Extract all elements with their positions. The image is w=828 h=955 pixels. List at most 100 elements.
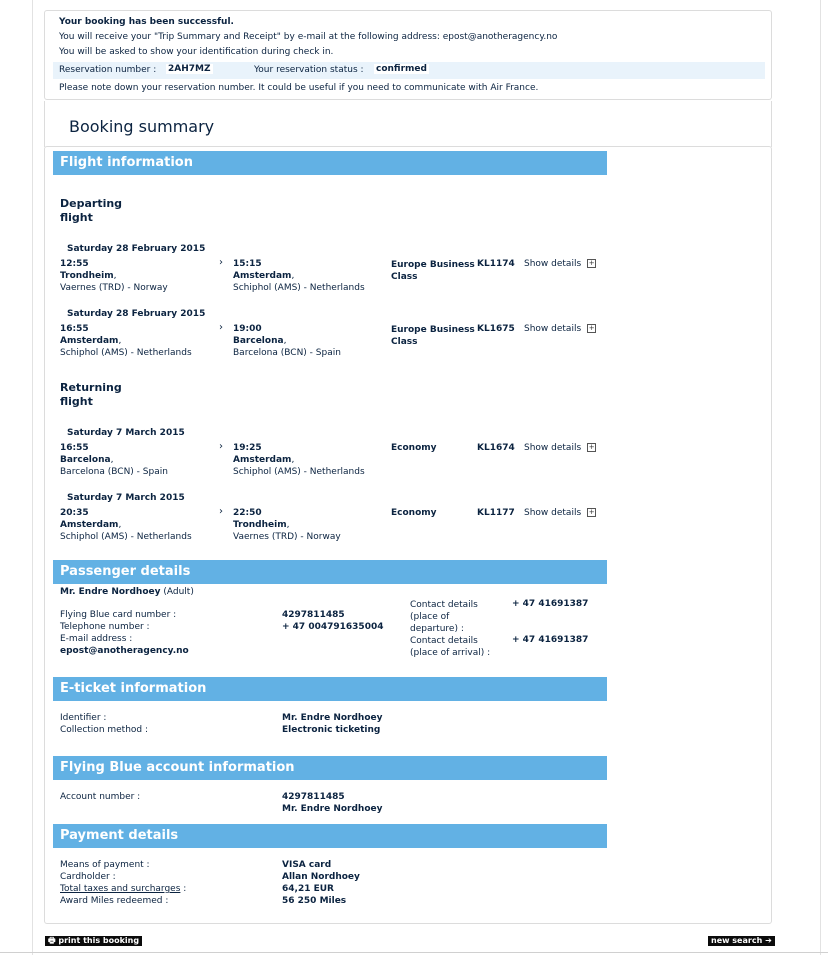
print-booking-button[interactable]: 🖶 print this booking [45,936,143,946]
show-details-label: Show details [524,259,582,269]
arrival-city: Amsterdam [233,455,292,465]
account-holder-name: Mr. Endre Nordhoey [282,804,383,814]
arrival-city: Barcelona [233,336,284,346]
plus-box-icon[interactable]: + [587,508,597,517]
reservation-number-label: Reservation number : [59,65,157,75]
show-details-label: Show details [524,324,582,334]
plus-box-icon[interactable]: + [587,443,597,452]
total-taxes-link[interactable]: Total taxes and surcharges [60,884,180,894]
departure-city: Amsterdam [60,520,119,530]
departure-airport: Schiphol (AMS) - Netherlands [60,348,192,358]
departure-city: Trondheim [60,271,114,281]
arrival-city: Trondheim [233,520,287,530]
returning-flight-title: Returning flight [60,381,122,408]
contact-arrival-label: Contact details (place of arrival) : [410,636,491,658]
arrival-airport: Vaernes (TRD) - Norway [233,532,341,542]
telephone-value: + 47 004791635004 [282,622,384,632]
flight-number: KL1177 [477,508,515,518]
reservation-bar: Reservation number : 2AH7MZ Your reserva… [53,62,765,79]
identifier-value: Mr. Endre Nordhoey [282,713,383,723]
departure-time: 16:55 [60,324,89,334]
arrival-city: Amsterdam [233,271,292,281]
segment-date: Saturday 28 February 2015 [67,309,206,319]
arrival-time: 15:15 [233,259,262,269]
show-details-link[interactable]: Show details + [524,508,597,518]
identifier-label: Identifier : [60,713,107,723]
eticket-information-header: E-ticket information [53,677,607,701]
segment-date: Saturday 7 March 2015 [67,428,185,438]
passenger-details-header: Passenger details [53,560,607,584]
flight-information-header: Flight information [53,151,607,175]
show-details-label: Show details [524,443,582,453]
show-details-link[interactable]: Show details + [524,259,597,269]
account-number-label: Account number : [60,792,141,802]
page-bottom-divider [0,952,828,953]
contact-departure-value: + 47 41691387 [512,599,589,609]
flying-blue-header: Flying Blue account information [53,756,607,780]
arrival-airport: Schiphol (AMS) - Netherlands [233,467,365,477]
email-value: epost@anotheragency.no [60,646,189,656]
chevron-right-icon: › [219,322,223,333]
plus-box-icon[interactable]: + [587,259,597,268]
show-details-link[interactable]: Show details + [524,443,597,453]
account-number-value: 4297811485 [282,792,345,802]
flight-number: KL1174 [477,259,515,269]
means-of-payment-value: VISA card [282,860,332,870]
chevron-right-icon: › [219,441,223,452]
arrival-time: 19:25 [233,443,262,453]
cardholder-label: Cardholder : [60,872,116,882]
departure-time: 20:35 [60,508,89,518]
id-message: You will be asked to show your identific… [59,47,334,57]
departure-city: Barcelona [60,455,111,465]
arrow-right-icon: ➔ [765,936,772,945]
payment-details-header: Payment details [53,824,607,848]
cabin-class: Economy [391,508,437,518]
show-details-link[interactable]: Show details + [524,324,597,334]
collection-method-label: Collection method : [60,725,149,735]
departure-time: 12:55 [60,259,89,269]
booking-summary-header: Booking summary [44,101,772,147]
flying-blue-card-label: Flying Blue card number : [60,610,177,620]
contact-arrival-value: + 47 41691387 [512,635,589,645]
award-miles-label: Award Miles redeemed : [60,896,169,906]
email-message: You will receive your "Trip Summary and … [59,32,558,42]
means-of-payment-label: Means of payment : [60,860,150,870]
departing-flight-title: Departing flight [60,197,123,224]
print-booking-label: print this booking [58,936,140,945]
departure-city: Amsterdam [60,336,119,346]
page-frame-left [32,0,33,955]
reservation-status-label: Your reservation status : [254,65,364,75]
flight-number: KL1674 [477,443,515,453]
award-miles-value: 56 250 Miles [282,896,347,906]
flight-number: KL1675 [477,324,515,334]
segment-date: Saturday 7 March 2015 [67,493,185,503]
total-taxes-value: 64,21 EUR [282,884,334,894]
departure-airport: Vaernes (TRD) - Norway [60,283,168,293]
departure-time: 16:55 [60,443,89,453]
arrival-airport: Barcelona (BCN) - Spain [233,348,341,358]
total-taxes-colon: : [183,884,187,894]
cardholder-value: Allan Nordhoey [282,872,360,882]
contact-departure-label: Contact details (place of departure) : [410,600,478,634]
departure-airport: Schiphol (AMS) - Netherlands [60,532,192,542]
telephone-label: Telephone number : [60,622,150,632]
booking-summary-title: Booking summary [69,117,215,136]
email-label: E-mail address : [60,634,133,644]
page-frame-right [820,0,821,955]
show-details-label: Show details [524,508,582,518]
arrival-time: 19:00 [233,324,262,334]
passenger-name: Mr. Endre Nordhoey [60,587,161,597]
new-search-button[interactable]: new search ➔ [708,936,775,946]
cabin-class: Europe Business Class [391,325,475,347]
passenger-type: (Adult) [163,587,194,597]
segment-date: Saturday 28 February 2015 [67,244,206,254]
printer-icon: 🖶 [48,936,56,945]
success-message: Your booking has been successful. [59,17,234,27]
plus-box-icon[interactable]: + [587,324,597,333]
arrival-time: 22:50 [233,508,262,518]
reservation-number-value: 2AH7MZ [166,64,213,74]
note-message: Please note down your reservation number… [59,83,539,93]
chevron-right-icon: › [219,257,223,268]
reservation-status-value: confirmed [374,64,429,74]
flying-blue-card-value: 4297811485 [282,610,345,620]
